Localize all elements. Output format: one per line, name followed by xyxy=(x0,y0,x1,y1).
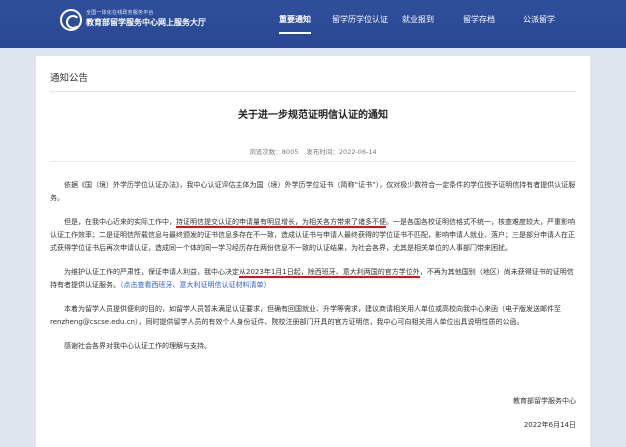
highlighted-text: 从2023年1月1日起，除西班牙、意大利两国的官方学位外 xyxy=(239,268,420,278)
paragraph-4: 本着为留学人员提供便利的目的，如留学人员暂未满足认证要求，但确有回国就业、升学等… xyxy=(50,305,561,326)
notice-card: 通知公告 关于进一步规范证明信认证的通知 浏览次数：8005 发布时间：2022… xyxy=(36,56,590,447)
paragraph-2: 但是，在我中心近来的实际工作中，持证明信提交认证的申请量有明显增长，为相关各方带… xyxy=(50,216,576,255)
divider xyxy=(50,161,576,162)
site-title[interactable]: 教育部留学服务中心网上服务大厅 xyxy=(86,17,206,28)
divider xyxy=(50,91,576,92)
paragraph-3: 为维护认证工作的严肃性，保证申请人利益，我中心决定从2023年1月1日起，除西班… xyxy=(50,266,576,292)
nav-employment-registration[interactable]: 就业报到 xyxy=(402,14,434,28)
nav-degree-certification[interactable]: 留学历学位认证 xyxy=(332,14,388,28)
platform-label: 全国一体化在线政务服务平台 xyxy=(86,10,154,16)
nav-important-notices[interactable]: 重要通知 xyxy=(279,14,311,34)
paragraph-1: 依据《国（境）外学历学位认证办法》，我中心认证评估主体为国（境）外学历学位证书（… xyxy=(50,181,576,202)
cscse-logo-icon[interactable] xyxy=(60,9,82,31)
top-header: 全国一体化在线政务服务平台 教育部留学服务中心网上服务大厅 重要通知 留学历学位… xyxy=(0,0,626,48)
paragraph-2-text: 但是，在我中心近来的实际工作中， xyxy=(64,218,176,226)
highlighted-text: 持证明信提交认证的申请量有明显增长，为相关各方带来了诸多不便 xyxy=(176,218,386,228)
nav-government-sponsored[interactable]: 公派留学 xyxy=(523,14,555,28)
article-meta: 浏览次数：8005 发布时间：2022-06-14 xyxy=(36,146,590,156)
paragraph-5: 感谢社会各界对我中心认证工作的理解与支持。 xyxy=(64,342,211,350)
nav-study-archives[interactable]: 留学存档 xyxy=(463,14,495,28)
paragraph-3-text: 为维护认证工作的严肃性，保证申请人利益，我中心决定 xyxy=(64,268,239,276)
article-title: 关于进一步规范证明信认证的通知 xyxy=(238,110,388,121)
signature: 教育部留学服务中心 xyxy=(513,397,576,405)
materials-list-link[interactable]: （点击查看西班牙、意大利证明信认证材料清单） xyxy=(120,281,271,289)
signature-date: 2022年6月14日 xyxy=(523,421,576,429)
article-body: 依据《国（境）外学历学位认证办法》，我中心认证评估主体为国（境）外学历学位证书（… xyxy=(50,179,576,364)
view-count: 浏览次数：8005 xyxy=(249,148,299,156)
publish-date: 发布时间：2022-06-14 xyxy=(306,148,377,156)
section-title: 通知公告 xyxy=(50,73,89,84)
